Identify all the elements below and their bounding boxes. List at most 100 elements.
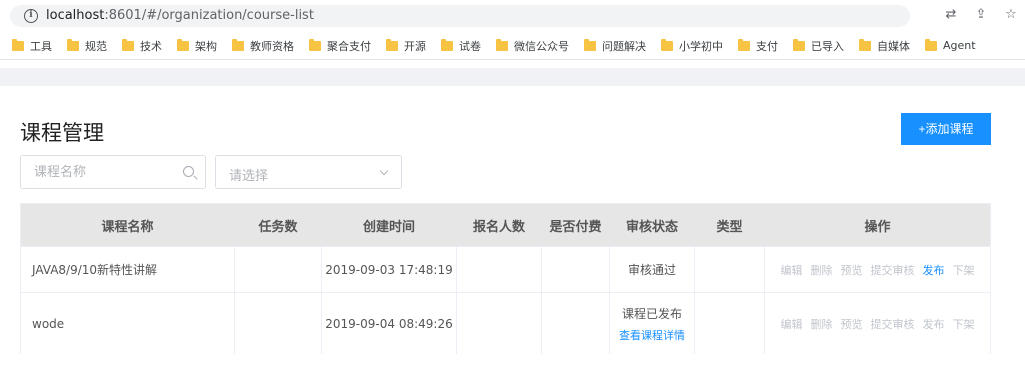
cell-actions: 编辑 删除 预览 提交审核 发布 下架	[765, 247, 990, 292]
folder-icon	[232, 38, 244, 51]
edit-link[interactable]: 编辑	[781, 316, 803, 332]
chevron-down-icon	[379, 166, 389, 176]
submit-review-link[interactable]: 提交审核	[871, 262, 915, 278]
site-info-icon[interactable]: i	[24, 9, 38, 23]
bookmark-item[interactable]: 工具	[12, 36, 52, 56]
bookmark-label: 微信公众号	[514, 39, 569, 53]
course-name-search[interactable]	[20, 155, 206, 189]
folder-icon	[386, 38, 398, 51]
preview-link[interactable]: 预览	[841, 316, 863, 332]
status-text: 课程已发布	[621, 306, 682, 321]
unpublish-link[interactable]: 下架	[953, 262, 975, 278]
bookmark-item[interactable]: 试卷	[441, 36, 481, 56]
cell-type	[695, 293, 765, 354]
publish-link[interactable]: 发布	[923, 262, 945, 278]
folder-icon	[67, 38, 79, 51]
bookmark-item[interactable]: 聚合支付	[309, 36, 371, 56]
row-actions: 编辑 删除 预览 提交审核 发布 下架	[781, 262, 975, 278]
bookmark-label: 小学初中	[679, 39, 723, 53]
cell-course-name: JAVA8/9/10新特性讲解	[21, 247, 235, 292]
table-header: 课程名称 任务数 创建时间 报名人数 是否付费 审核状态 类型 操作	[21, 204, 990, 246]
bookmark-label: 开源	[404, 39, 426, 53]
edit-link[interactable]: 编辑	[781, 262, 803, 278]
header-review-status[interactable]: 审核状态	[610, 204, 695, 246]
browser-actions: ⇄ ⇪ ☆	[943, 7, 1019, 23]
bookmark-item[interactable]: 开源	[386, 36, 426, 56]
cell-type	[695, 247, 765, 292]
bookmark-item[interactable]: 技术	[122, 36, 162, 56]
bookmark-label: Agent	[943, 39, 976, 52]
bookmark-label: 聚合支付	[327, 39, 371, 53]
header-type[interactable]: 类型	[695, 204, 765, 246]
bookmark-item[interactable]: 规范	[67, 36, 107, 56]
header-paid[interactable]: 是否付费	[542, 204, 610, 246]
bookmark-star-icon[interactable]: ☆	[1003, 7, 1019, 23]
bookmark-item[interactable]: 已导入	[793, 36, 844, 56]
folder-icon	[738, 38, 750, 51]
cell-created-time: 2019-09-04 08:49:26	[322, 293, 457, 354]
select-placeholder: 请选择	[229, 169, 269, 184]
delete-link[interactable]: 删除	[811, 262, 833, 278]
header-enrolled[interactable]: 报名人数	[457, 204, 542, 246]
bookmark-label: 技术	[140, 39, 162, 53]
delete-link[interactable]: 删除	[811, 316, 833, 332]
unpublish-link[interactable]: 下架	[953, 316, 975, 332]
page-title: 课程管理	[20, 121, 104, 145]
bookmark-item[interactable]: 教师资格	[232, 36, 294, 56]
bookmark-label: 自媒体	[877, 39, 910, 53]
status-text: 审核通过	[627, 263, 676, 277]
add-course-button[interactable]: +添加课程	[901, 113, 991, 145]
view-course-details-link[interactable]: 查看课程详情	[619, 327, 685, 343]
header-actions: 操作	[864, 219, 891, 235]
page-top-band	[0, 68, 1025, 86]
cell-paid	[542, 293, 610, 354]
course-name-input[interactable]	[21, 156, 181, 188]
folder-icon	[309, 38, 321, 51]
folder-icon	[441, 38, 453, 51]
bookmark-label: 教师资格	[250, 39, 294, 53]
bookmark-label: 问题解决	[602, 39, 646, 53]
url-host: localhost	[46, 8, 105, 23]
bookmark-label: 已导入	[811, 39, 844, 53]
submit-review-link[interactable]: 提交审核	[871, 316, 915, 332]
header-task-count[interactable]: 任务数	[235, 204, 322, 246]
folder-icon	[122, 38, 134, 51]
folder-icon	[859, 38, 871, 51]
share-icon[interactable]: ⇪	[973, 7, 989, 23]
url-text[interactable]: localhost:8601/#/organization/course-lis…	[46, 8, 314, 23]
bookmark-item[interactable]: 支付	[738, 36, 778, 56]
bookmark-item[interactable]: 问题解决	[584, 36, 646, 56]
folder-icon	[496, 38, 508, 51]
cell-enrolled	[457, 247, 542, 292]
bookmark-item[interactable]: 自媒体	[859, 36, 910, 56]
bookmark-item[interactable]: 微信公众号	[496, 36, 569, 56]
header-course-name[interactable]: 课程名称	[21, 204, 235, 246]
translate-icon[interactable]: ⇄	[943, 7, 959, 23]
bookmark-label: 工具	[30, 39, 52, 53]
course-table: 课程名称 任务数 创建时间 报名人数 是否付费 审核状态 类型 操作 JAVA8…	[20, 203, 991, 354]
cell-actions: 编辑 删除 预览 提交审核 发布 下架	[765, 293, 990, 354]
status-select[interactable]: 请选择	[215, 155, 402, 189]
status-stack: 课程已发布 查看课程详情	[619, 305, 685, 343]
bookmark-label: 规范	[85, 39, 107, 53]
bookmark-item[interactable]: Agent	[925, 36, 976, 56]
bookmark-label: 试卷	[459, 39, 481, 53]
bookmark-item[interactable]: 架构	[177, 36, 217, 56]
folder-icon	[925, 38, 937, 51]
url-path: :8601/#/organization/course-list	[104, 8, 314, 23]
browser-url-bar: i localhost:8601/#/organization/course-l…	[0, 0, 1025, 32]
bookmarks-bar: 工具 规范 技术 架构 教师资格 聚合支付 开源 试卷 微信公众号 问题解决 小学初中 支付 已导入 自媒…	[0, 32, 1025, 60]
cell-created-time: 2019-09-03 17:48:19	[322, 247, 457, 292]
cell-task-count	[235, 247, 322, 292]
table-row: wode 2019-09-04 08:49:26 课程已发布 查看课程详情 编辑…	[21, 292, 990, 354]
table-row: JAVA8/9/10新特性讲解 2019-09-03 17:48:19 审核通过…	[21, 246, 990, 292]
publish-link[interactable]: 发布	[923, 316, 945, 332]
cell-review-status: 课程已发布 查看课程详情	[610, 293, 695, 354]
folder-icon	[584, 38, 596, 51]
cell-course-name: wode	[21, 293, 235, 354]
search-icon[interactable]	[183, 166, 194, 177]
preview-link[interactable]: 预览	[841, 262, 863, 278]
header-created-time[interactable]: 创建时间	[322, 204, 457, 246]
cell-paid	[542, 247, 610, 292]
bookmark-item[interactable]: 小学初中	[661, 36, 723, 56]
